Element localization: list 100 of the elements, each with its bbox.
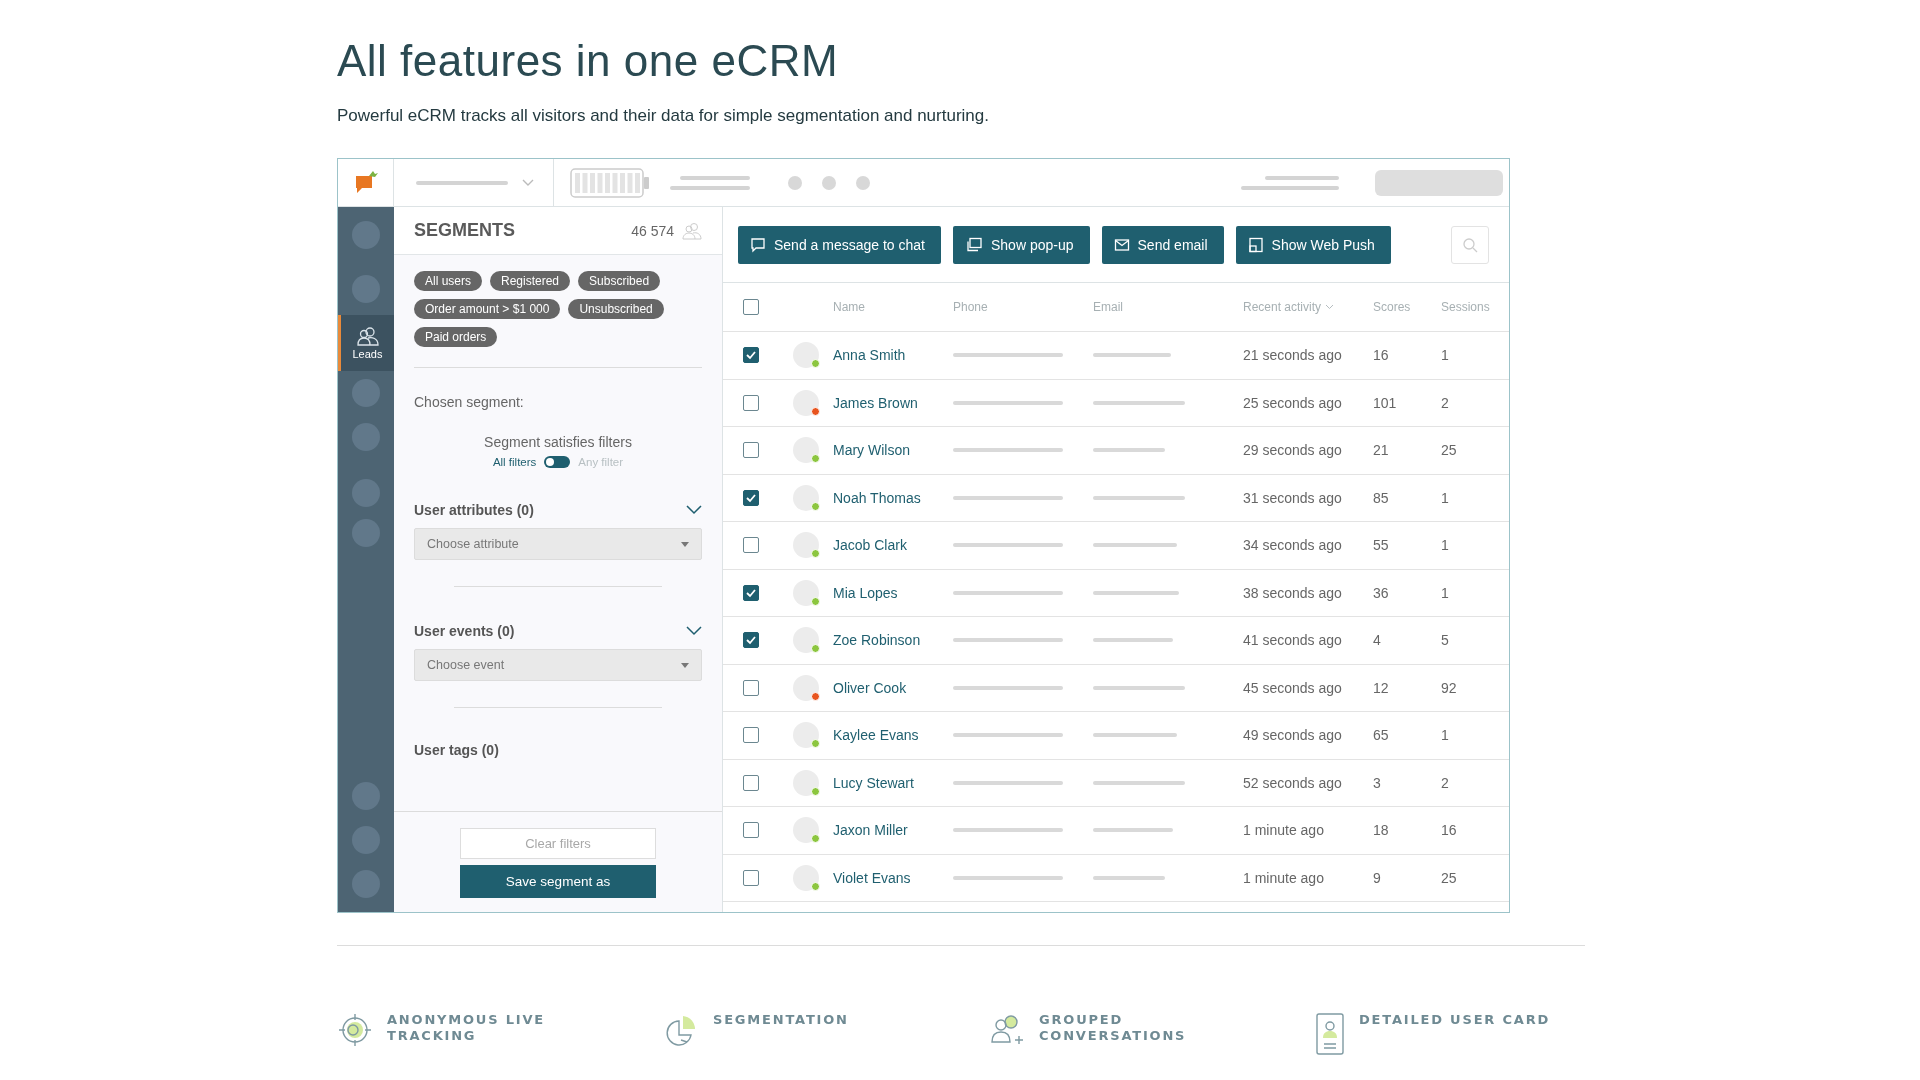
lead-name-link[interactable]: Violet Evans — [833, 869, 953, 886]
battery-icon — [570, 167, 650, 198]
table-cell-text: 16 — [1441, 822, 1458, 839]
action-button[interactable]: Show Web Push — [1235, 225, 1391, 264]
placeholder-dot — [788, 175, 802, 190]
row-checkbox[interactable] — [743, 347, 759, 364]
action-button[interactable]: Send email — [1101, 225, 1224, 264]
table-cell-text: 29 seconds ago — [1243, 442, 1343, 459]
table-cell-text: 65 — [1373, 727, 1390, 744]
segment-chip[interactable]: Unsubscribed — [568, 299, 664, 319]
row-checkbox[interactable] — [743, 774, 759, 791]
table-cell-text: 2 — [1441, 774, 1450, 791]
row-checkbox[interactable] — [743, 822, 759, 839]
table-cell-text: 4 — [1373, 632, 1382, 649]
section-title: User tags (0) — [414, 742, 499, 758]
caret-icon — [681, 541, 689, 547]
lead-name-link[interactable]: Anna Smith — [833, 347, 953, 364]
select-all-checkbox[interactable] — [743, 299, 759, 315]
segment-chip[interactable]: Order amount > $1 000 — [414, 299, 561, 319]
table-cell-text: 25 — [1441, 442, 1458, 459]
lead-name-link[interactable]: Jacob Clark — [833, 537, 953, 554]
table-cell-text: 18 — [1373, 822, 1390, 839]
users-icon — [682, 221, 702, 240]
table-cell-text: 49 seconds ago — [1243, 727, 1343, 744]
table-cell-text: 85 — [1373, 489, 1390, 506]
row-checkbox[interactable] — [743, 679, 759, 696]
feature-title: GROUPED CONVERSATIONS — [1039, 1012, 1188, 1044]
lead-name-link[interactable]: Mary Wilson — [833, 442, 953, 459]
table-cell-text: 1 — [1441, 347, 1450, 364]
placeholder-dot — [856, 175, 870, 190]
table-cell-text: 55 — [1373, 537, 1390, 554]
toggle-label: All filters — [492, 456, 537, 468]
chevron-down-icon — [1325, 304, 1335, 310]
row-checkbox[interactable] — [743, 394, 759, 411]
lead-name-link[interactable]: Kaylee Evans — [833, 727, 953, 744]
lead-name-link[interactable]: Jaxon Miller — [833, 822, 953, 839]
user-card-icon — [1315, 1012, 1345, 1056]
page-heading: All features in one eCRM — [337, 36, 840, 86]
chevron-down-icon — [522, 178, 534, 187]
row-checkbox[interactable] — [743, 869, 759, 886]
lead-name-link[interactable]: Noah Thomas — [833, 489, 953, 506]
table-cell-text: 1 — [1441, 489, 1450, 506]
users-icon — [355, 326, 380, 346]
feature-title: SEGMENTATION — [713, 1012, 850, 1028]
row-checkbox[interactable] — [743, 632, 759, 649]
chevron-down-icon[interactable] — [686, 505, 702, 515]
lead-name-link[interactable]: Oliver Cook — [833, 679, 953, 696]
row-checkbox[interactable] — [743, 442, 759, 459]
search-icon — [1462, 236, 1478, 253]
table-cell-text: 25 — [1441, 869, 1458, 886]
row-checkbox[interactable] — [743, 584, 759, 601]
segment-chip[interactable]: Registered — [490, 271, 571, 291]
filter-toggle[interactable] — [544, 456, 571, 468]
row-checkbox[interactable] — [743, 537, 759, 554]
feature-title: ANONYMOUS LIVE TRACKING — [387, 1012, 546, 1044]
save-segment-button[interactable]: Save segment as — [460, 865, 656, 898]
lead-name-link[interactable]: James Brown — [833, 394, 953, 411]
row-checkbox[interactable] — [743, 489, 759, 506]
dropdown-field[interactable]: Choose event — [414, 649, 702, 681]
lead-name-link[interactable]: Zoe Robinson — [833, 632, 953, 649]
table-cell-text: 5 — [1441, 632, 1450, 649]
table-cell-text: 21 — [1373, 442, 1390, 459]
table-cell-text: 3 — [1373, 774, 1382, 791]
user-count: 46 574 — [631, 222, 674, 239]
table-cell-text: 41 seconds ago — [1243, 632, 1343, 649]
action-button[interactable]: Show pop-up — [953, 225, 1090, 264]
action-button[interactable]: Send a message to chat — [738, 225, 941, 264]
row-checkbox[interactable] — [743, 727, 759, 744]
feature-title: DETAILED USER CARD — [1359, 1012, 1552, 1028]
table-cell-text: 16 — [1373, 347, 1390, 364]
lead-name-link[interactable]: Mia Lopes — [833, 584, 953, 601]
table-cell-text: 31 seconds ago — [1243, 489, 1343, 506]
segment-chip[interactable]: Paid orders — [414, 327, 498, 347]
chat-icon — [750, 236, 766, 253]
dropdown-field[interactable]: Choose attribute — [414, 528, 702, 560]
table-cell-text: 2 — [1441, 394, 1450, 411]
segment-chip[interactable]: Subscribed — [578, 271, 661, 291]
segment-chip[interactable]: All users — [414, 271, 482, 291]
table-cell-text: 101 — [1373, 394, 1398, 411]
table-cell-text: 38 seconds ago — [1243, 584, 1343, 601]
section-title: User attributes (0) — [414, 502, 534, 518]
placeholder-bar — [1093, 448, 1165, 453]
placeholder-dot — [822, 175, 836, 190]
table-cell-text: 52 seconds ago — [1243, 774, 1343, 791]
table-cell-text: 1 minute ago — [1243, 822, 1325, 839]
rail-item[interactable]: Leads — [338, 315, 394, 371]
table-cell-text: 21 seconds ago — [1243, 347, 1343, 364]
table-cell-text: 45 seconds ago — [1243, 679, 1343, 696]
table-cell-text: 9 — [1373, 869, 1382, 886]
table-cell-text: 12 — [1373, 679, 1390, 696]
table-cell-text: 25 seconds ago — [1243, 394, 1343, 411]
table-cell-text: 36 — [1373, 584, 1390, 601]
chevron-down-icon[interactable] — [686, 626, 702, 636]
panel-title: SEGMENTS — [414, 220, 516, 241]
table-cell-text: 1 — [1441, 584, 1450, 601]
placeholder-bar — [1093, 875, 1165, 880]
table-cell-text: 1 minute ago — [1243, 869, 1325, 886]
lead-name-link[interactable]: Lucy Stewart — [833, 774, 953, 791]
target-icon — [337, 1012, 373, 1048]
placeholder-line — [680, 175, 750, 180]
